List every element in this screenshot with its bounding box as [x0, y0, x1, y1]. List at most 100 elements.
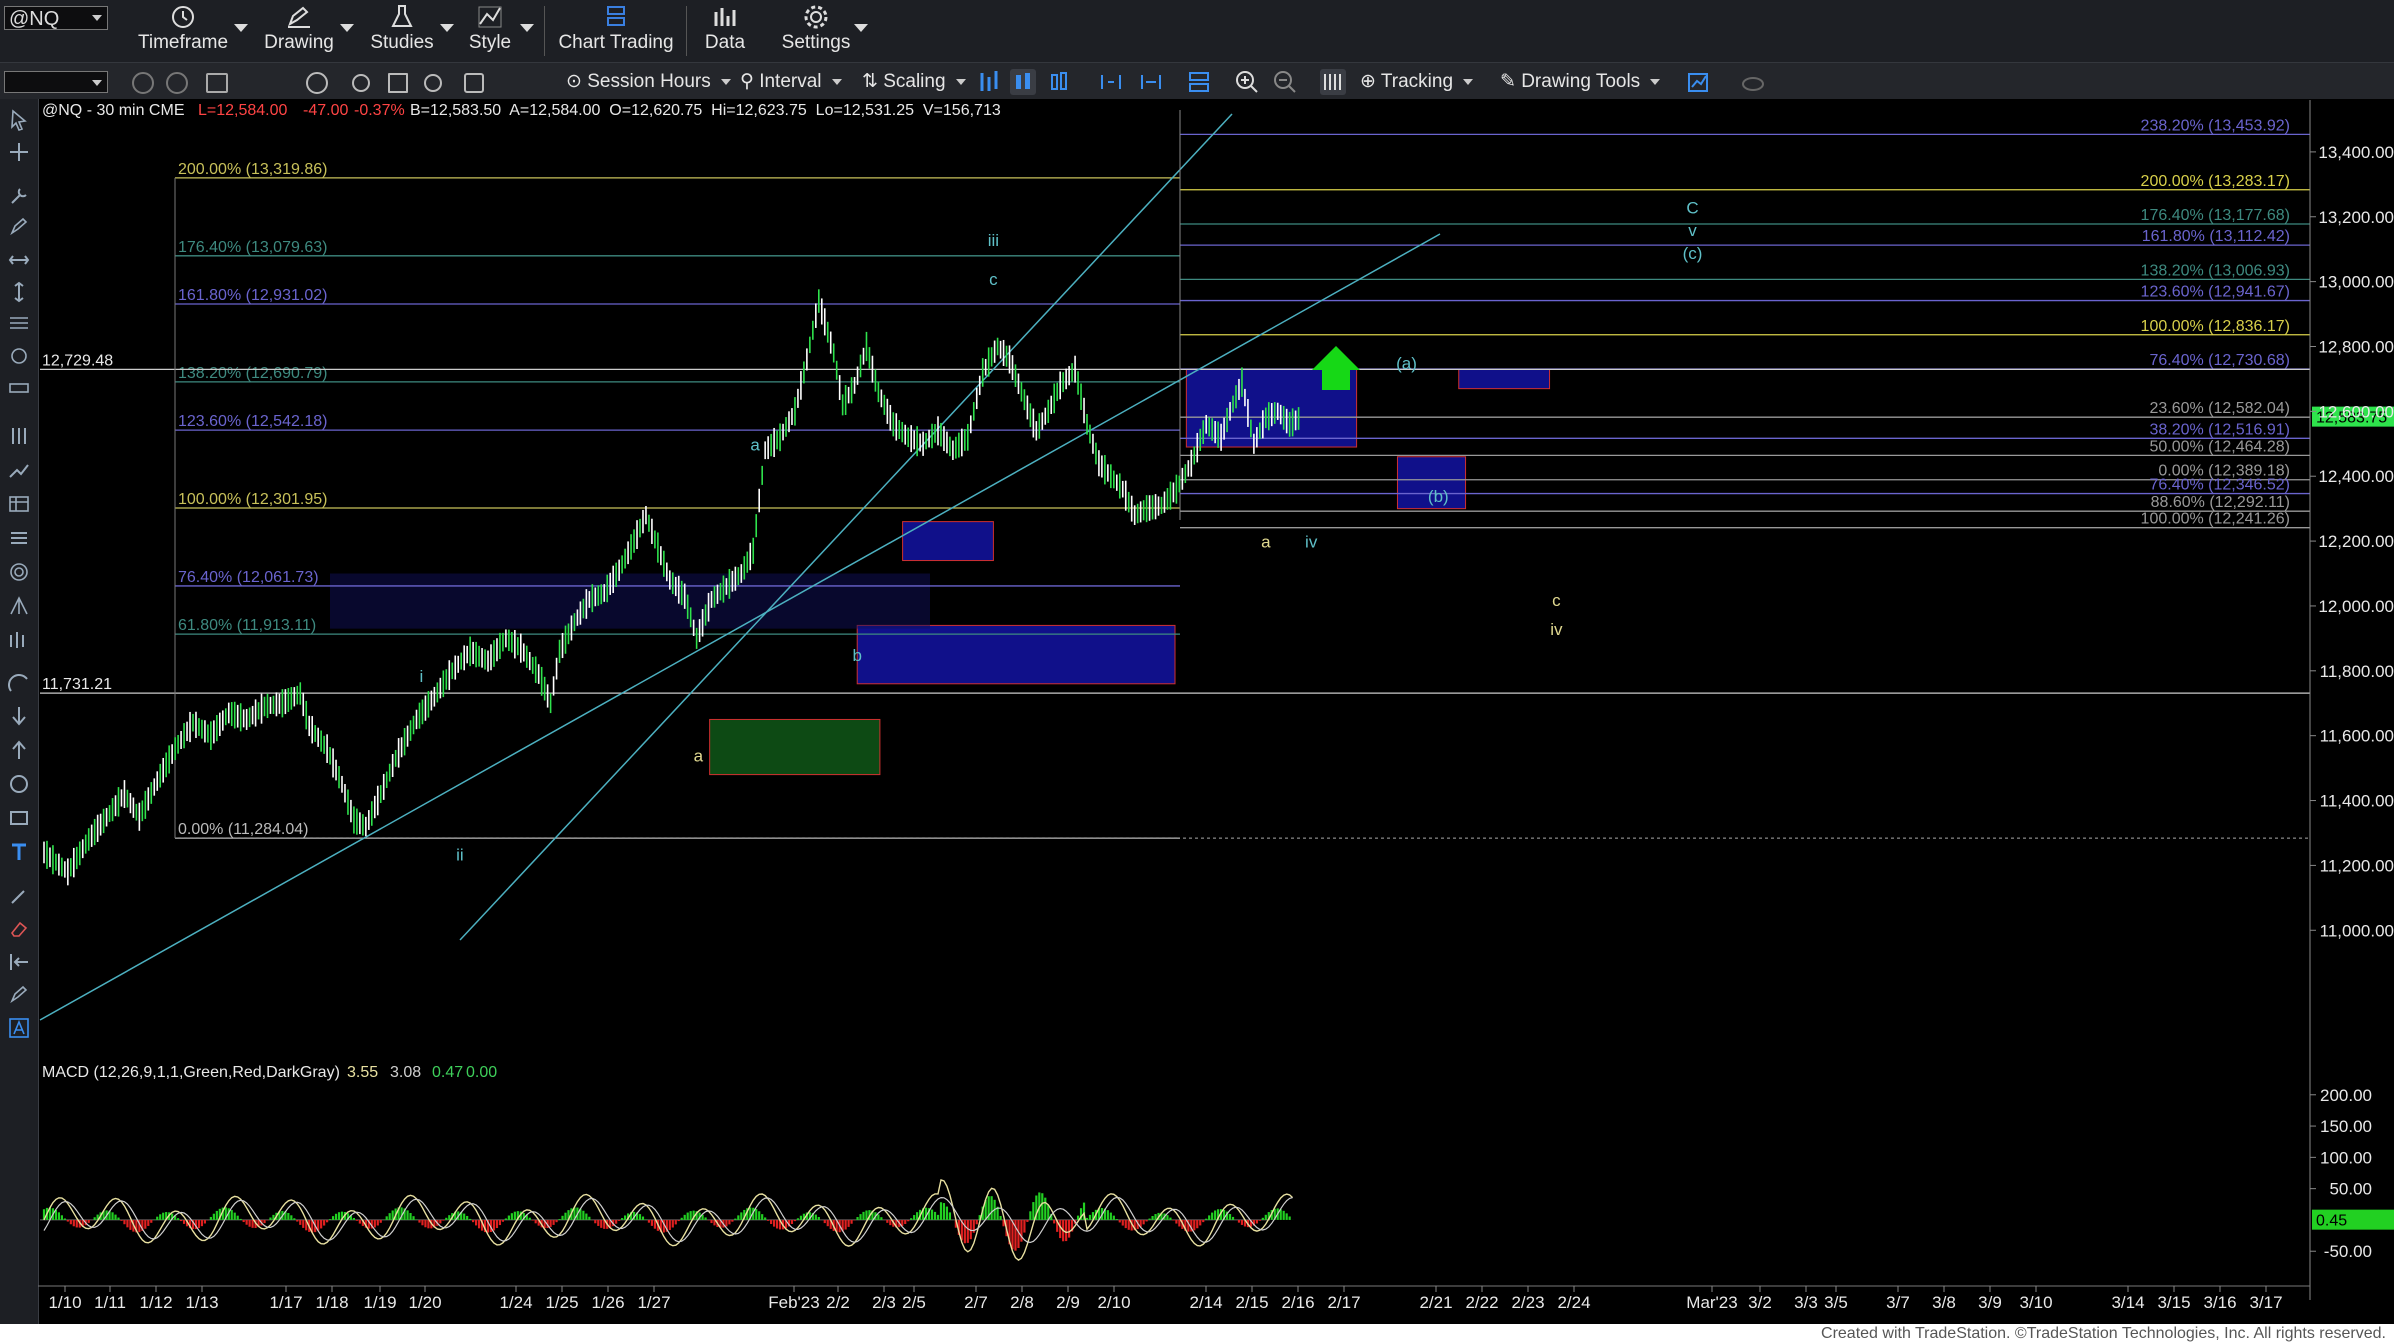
macd-tick-label: 100.00 [2320, 1148, 2372, 1167]
macd-tick-label: 50.00 [2329, 1180, 2372, 1199]
fib-label: 123.60% (12,542.18) [178, 413, 327, 430]
macd-tick-label: -50.00 [2324, 1242, 2372, 1261]
fib-label: 100.00% (12,241.26) [2141, 511, 2290, 528]
zone-box-faint [330, 573, 930, 629]
macd-label: MACD (12,26,9,1,1,Green,Red,DarkGray) [42, 1064, 340, 1081]
wave-label: a [1261, 533, 1271, 552]
x-tick-label: 2/24 [1557, 1293, 1590, 1312]
fib-label: 38.20% (12,516.91) [2149, 421, 2290, 438]
fib-label: 0.00% (11,284.04) [178, 821, 308, 838]
x-tick-label: 3/14 [2111, 1293, 2144, 1312]
zone-box[interactable] [1458, 368, 1551, 390]
horizontal-line-label: 12,729.48 [42, 352, 113, 369]
x-tick-label: 2/21 [1419, 1293, 1452, 1312]
y-tick-label: 11,400.00 [2320, 792, 2394, 811]
macd-zero-value: 0.00 [466, 1064, 497, 1081]
macd-panel: MACD (12,26,9,1,1,Green,Red,DarkGray) 3.… [40, 1064, 2394, 1261]
x-tick-label: 2/15 [1235, 1293, 1268, 1312]
x-tick-label: 2/14 [1189, 1293, 1222, 1312]
x-tick-label: 1/12 [139, 1293, 172, 1312]
x-tick-label: 2/3 [872, 1293, 896, 1312]
x-tick-label: 1/11 [94, 1293, 126, 1312]
chart-header: @NQ - 30 min CME L=12,584.00 -47.00 -0.3… [42, 102, 1001, 119]
x-tick-label: 2/7 [964, 1293, 988, 1312]
x-tick-label: 3/5 [1824, 1293, 1848, 1312]
fib-label: 200.00% (13,283.17) [2141, 173, 2290, 190]
x-tick-label: Feb'23 [768, 1293, 819, 1312]
x-tick-label: 1/10 [48, 1293, 81, 1312]
wave-label: a [750, 435, 760, 454]
x-tick-label: 3/15 [2157, 1293, 2190, 1312]
macd-hist-value: 0.47 [432, 1064, 463, 1081]
x-tick-label: 3/2 [1748, 1293, 1772, 1312]
fib-label: 76.40% (12,730.68) [2149, 352, 2290, 369]
fib-label: 76.40% (12,346.52) [2149, 477, 2290, 494]
fib-label: 100.00% (12,836.17) [2141, 318, 2290, 335]
wave-label: i [419, 667, 423, 686]
wave-label: (a) [1396, 354, 1417, 373]
x-tick-label: 2/9 [1056, 1293, 1080, 1312]
y-tick-label: 11,800.00 [2320, 662, 2394, 681]
x-tick-label: 1/27 [637, 1293, 670, 1312]
wave-label: v [1688, 221, 1697, 240]
wave-label: (c) [1683, 244, 1703, 263]
fib-label: 138.20% (13,006.93) [2141, 262, 2290, 279]
wave-label: ii [456, 846, 464, 865]
wave-label: iv [1305, 533, 1318, 552]
x-tick-label: 2/8 [1010, 1293, 1034, 1312]
x-tick-label: Mar'23 [1686, 1293, 1737, 1312]
x-tick-label: 3/16 [2203, 1293, 2236, 1312]
fib-label: 200.00% (13,319.86) [178, 161, 327, 178]
fib-label: 161.80% (12,931.02) [178, 287, 327, 304]
x-tick-label: 2/16 [1281, 1293, 1314, 1312]
fib-label: 176.40% (13,079.63) [178, 239, 327, 256]
fib-label: 100.00% (12,301.95) [178, 491, 327, 508]
fib-levels-layer: 200.00% (13,319.86) 176.40% (13,079.63) 16… [40, 117, 2310, 839]
y-tick-label: 11,000.00 [2320, 921, 2394, 940]
fib-label: 61.80% (11,913.11) [178, 617, 316, 634]
wave-label: b [852, 646, 861, 665]
x-tick-label: 1/17 [269, 1293, 302, 1312]
x-tick-label: 3/17 [2249, 1293, 2282, 1312]
x-axis: 1/10 1/11 1/12 1/13 1/17 1/18 1/19 1/20 1/24 1/25… [48, 1286, 2283, 1312]
change-quote: -47.00 [303, 102, 348, 119]
x-tick-label: 2/2 [826, 1293, 850, 1312]
x-tick-label: 1/25 [545, 1293, 578, 1312]
y-tick-label: 12,600.00 [2318, 402, 2394, 421]
macd-signal-value: 3.08 [390, 1064, 421, 1081]
macd-value: 3.55 [347, 1064, 378, 1081]
zone-box[interactable] [709, 718, 881, 776]
macd-current-label: 0.45 [2316, 1213, 2347, 1230]
footer: Created with TradeStation. ©TradeStation… [0, 1324, 2394, 1344]
y-axis: 13,400.00 13,200.00 13,000.00 12,800.00 12,6… [2310, 143, 2394, 940]
y-tick-label: 11,200.00 [2320, 856, 2394, 875]
y-tick-label: 12,000.00 [2318, 597, 2394, 616]
y-tick-label: 12,400.00 [2318, 467, 2394, 486]
channel-upper-line[interactable] [459, 113, 1233, 941]
x-tick-label: 3/3 [1794, 1293, 1818, 1312]
chart-title: @NQ - 30 min CME [42, 102, 184, 119]
x-tick-label: 3/9 [1978, 1293, 2002, 1312]
y-tick-label: 13,000.00 [2318, 273, 2394, 292]
x-tick-label: 1/19 [363, 1293, 396, 1312]
x-tick-label: 2/22 [1465, 1293, 1498, 1312]
wave-label: (b) [1428, 487, 1449, 506]
x-tick-label: 3/10 [2019, 1293, 2052, 1312]
y-tick-label: 12,200.00 [2318, 532, 2394, 551]
y-tick-label: 11,600.00 [2320, 727, 2394, 746]
wave-label: c [1552, 591, 1561, 610]
wave-label: a [694, 747, 704, 766]
wave-label: c [989, 270, 998, 289]
price-chart[interactable]: 200.00% (13,319.86) 176.40% (13,079.63) 16… [0, 0, 2394, 1324]
x-tick-label: 1/13 [185, 1293, 218, 1312]
fib-label: 23.60% (12,582.04) [2149, 400, 2290, 417]
macd-tick-label: 200.00 [2320, 1086, 2372, 1105]
y-tick-label: 13,400.00 [2318, 143, 2394, 162]
x-tick-label: 1/18 [315, 1293, 348, 1312]
horizontal-line-label: 11,731.21 [42, 676, 112, 693]
x-tick-label: 2/5 [902, 1293, 926, 1312]
fib-label: 76.40% (12,061.73) [178, 569, 319, 586]
fib-label: 238.20% (13,453.92) [2141, 117, 2290, 134]
pct-quote: -0.37% [354, 102, 405, 119]
fib-label: 176.40% (13,177.68) [2141, 207, 2290, 224]
